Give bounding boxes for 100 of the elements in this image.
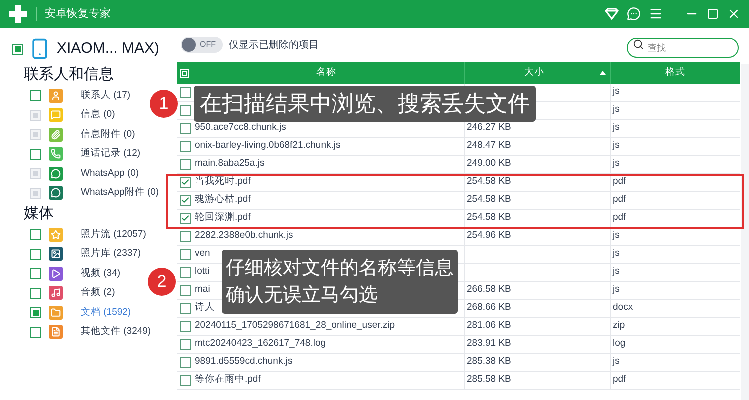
- file-format: js: [613, 283, 620, 298]
- scrollbar[interactable]: [741, 64, 749, 400]
- file-format: pdf: [613, 373, 626, 388]
- checkbox[interactable]: [30, 248, 41, 260]
- checkbox[interactable]: [180, 141, 191, 152]
- file-name: 9891.d5559cd.chunk.js: [195, 355, 293, 370]
- file-format: js: [613, 121, 620, 136]
- file-format: js: [613, 103, 620, 118]
- checkbox[interactable]: [180, 303, 191, 314]
- category-item[interactable]: 照片流 (12057): [81, 228, 146, 242]
- checkbox[interactable]: [30, 288, 41, 299]
- file-format: js: [613, 247, 620, 262]
- checkbox[interactable]: [180, 123, 191, 134]
- step-number: 2: [148, 268, 176, 296]
- caption-text: 在扫描结果中浏览、搜索丢失文件: [200, 90, 530, 118]
- checkbox[interactable]: [180, 357, 191, 368]
- category-heading: 联系人和信息: [23, 65, 115, 85]
- file-name: main.8aba25a.js: [195, 157, 265, 172]
- checkbox[interactable]: [180, 195, 191, 206]
- file-size: 248.47 KB: [467, 139, 512, 154]
- file-format: pdf: [613, 211, 626, 226]
- file-format: zip: [613, 319, 626, 334]
- file-name: 魂游心枯.pdf: [195, 193, 251, 208]
- file-format: pdf: [613, 175, 626, 190]
- maximize-icon[interactable]: [707, 8, 719, 20]
- checkbox[interactable]: [180, 231, 191, 242]
- file-name: 等你在雨中.pdf: [195, 373, 261, 388]
- device-name: XIAOM... MAX): [57, 38, 160, 59]
- checkbox[interactable]: [30, 148, 41, 160]
- file-format: js: [613, 139, 620, 154]
- checkbox[interactable]: [30, 229, 41, 240]
- window-title: 安卓恢复专家: [45, 6, 111, 22]
- caption-text: 仔细核对文件的名称等信息: [226, 257, 454, 281]
- category-item[interactable]: 文档 (1592): [81, 306, 132, 320]
- switch-label: OFF: [200, 39, 216, 51]
- file-size: 268.66 KB: [467, 301, 512, 316]
- caption-text: 确认无误立马勾选: [226, 284, 379, 308]
- checkbox[interactable]: [180, 159, 191, 170]
- file-name: mai: [195, 283, 210, 298]
- step-number: 1: [150, 90, 178, 118]
- file-name: 2282.2388e0b.chunk.js: [195, 229, 294, 244]
- file-size: 249.00 KB: [467, 157, 512, 172]
- category-item[interactable]: 通话记录 (12): [81, 147, 141, 162]
- file-name: lotti: [195, 265, 210, 280]
- file-size: 281.06 KB: [467, 319, 512, 334]
- close-icon[interactable]: [727, 7, 741, 21]
- file-format: docx: [613, 301, 634, 316]
- file-format: js: [613, 157, 620, 172]
- checkbox[interactable]: [12, 44, 23, 54]
- plus-logo-icon: [8, 4, 28, 24]
- file-name: onix-barley-living.0b68f21.chunk.js: [195, 139, 341, 154]
- search-field[interactable]: 查找: [627, 38, 739, 58]
- file-size: 254.96 KB: [467, 229, 512, 244]
- diamond-icon[interactable]: [605, 8, 619, 20]
- category-item[interactable]: 视频 (34): [81, 266, 121, 281]
- sort-up-icon: [600, 71, 606, 75]
- file-size: 285.58 KB: [467, 373, 512, 388]
- file-size: 285.38 KB: [467, 355, 512, 370]
- checkbox[interactable]: [30, 307, 41, 318]
- category-item[interactable]: 音频 (2): [81, 286, 116, 300]
- category-item[interactable]: 照片库 (2337): [81, 247, 142, 262]
- file-size: 254.58 KB: [467, 193, 512, 208]
- file-size: 283.91 KB: [467, 337, 512, 352]
- chat-icon[interactable]: [627, 7, 641, 21]
- checkbox[interactable]: [30, 326, 41, 338]
- file-size: 254.58 KB: [467, 175, 512, 190]
- checkbox[interactable]: [180, 321, 191, 332]
- checkbox[interactable]: [180, 267, 191, 278]
- file-format: js: [613, 229, 620, 244]
- checkbox[interactable]: [30, 268, 41, 280]
- file-name: 当我死时.pdf: [195, 175, 251, 190]
- category-item[interactable]: 联系人 (17): [81, 88, 131, 103]
- category-item[interactable]: 其他文件 (3249): [81, 325, 152, 340]
- file-name: 950.ace7cc8.chunk.js: [195, 121, 286, 136]
- file-format: js: [613, 265, 620, 280]
- file-name: mtc20240423_162617_748.log: [195, 337, 326, 352]
- checkbox[interactable]: [180, 87, 191, 98]
- file-format: log: [613, 337, 626, 352]
- checkbox[interactable]: [180, 177, 191, 188]
- file-name: 20240115_1705298671681_28_online_user.zip: [195, 319, 396, 334]
- search-icon: [633, 39, 644, 50]
- menu-icon[interactable]: [649, 7, 663, 21]
- checkbox[interactable]: [180, 375, 191, 386]
- file-name: 诗人: [195, 301, 215, 316]
- checkbox[interactable]: [180, 249, 191, 260]
- file-size: 266.58 KB: [467, 283, 512, 298]
- checkbox[interactable]: [180, 339, 191, 350]
- toggle-switch[interactable]: OFF: [181, 37, 223, 53]
- file-name: 轮回深渊.pdf: [195, 211, 251, 226]
- checkbox[interactable]: [180, 285, 191, 296]
- checkbox[interactable]: [180, 213, 191, 224]
- checkbox[interactable]: [30, 90, 41, 102]
- file-name: ven: [195, 247, 210, 262]
- checkbox[interactable]: [180, 105, 191, 116]
- file-format: js: [613, 355, 620, 370]
- file-format: js: [613, 85, 620, 100]
- file-format: pdf: [613, 193, 626, 208]
- file-size: 254.58 KB: [467, 211, 512, 226]
- file-size: 246.27 KB: [467, 121, 512, 136]
- filter-label: 仅显示已删除的项目: [229, 38, 319, 52]
